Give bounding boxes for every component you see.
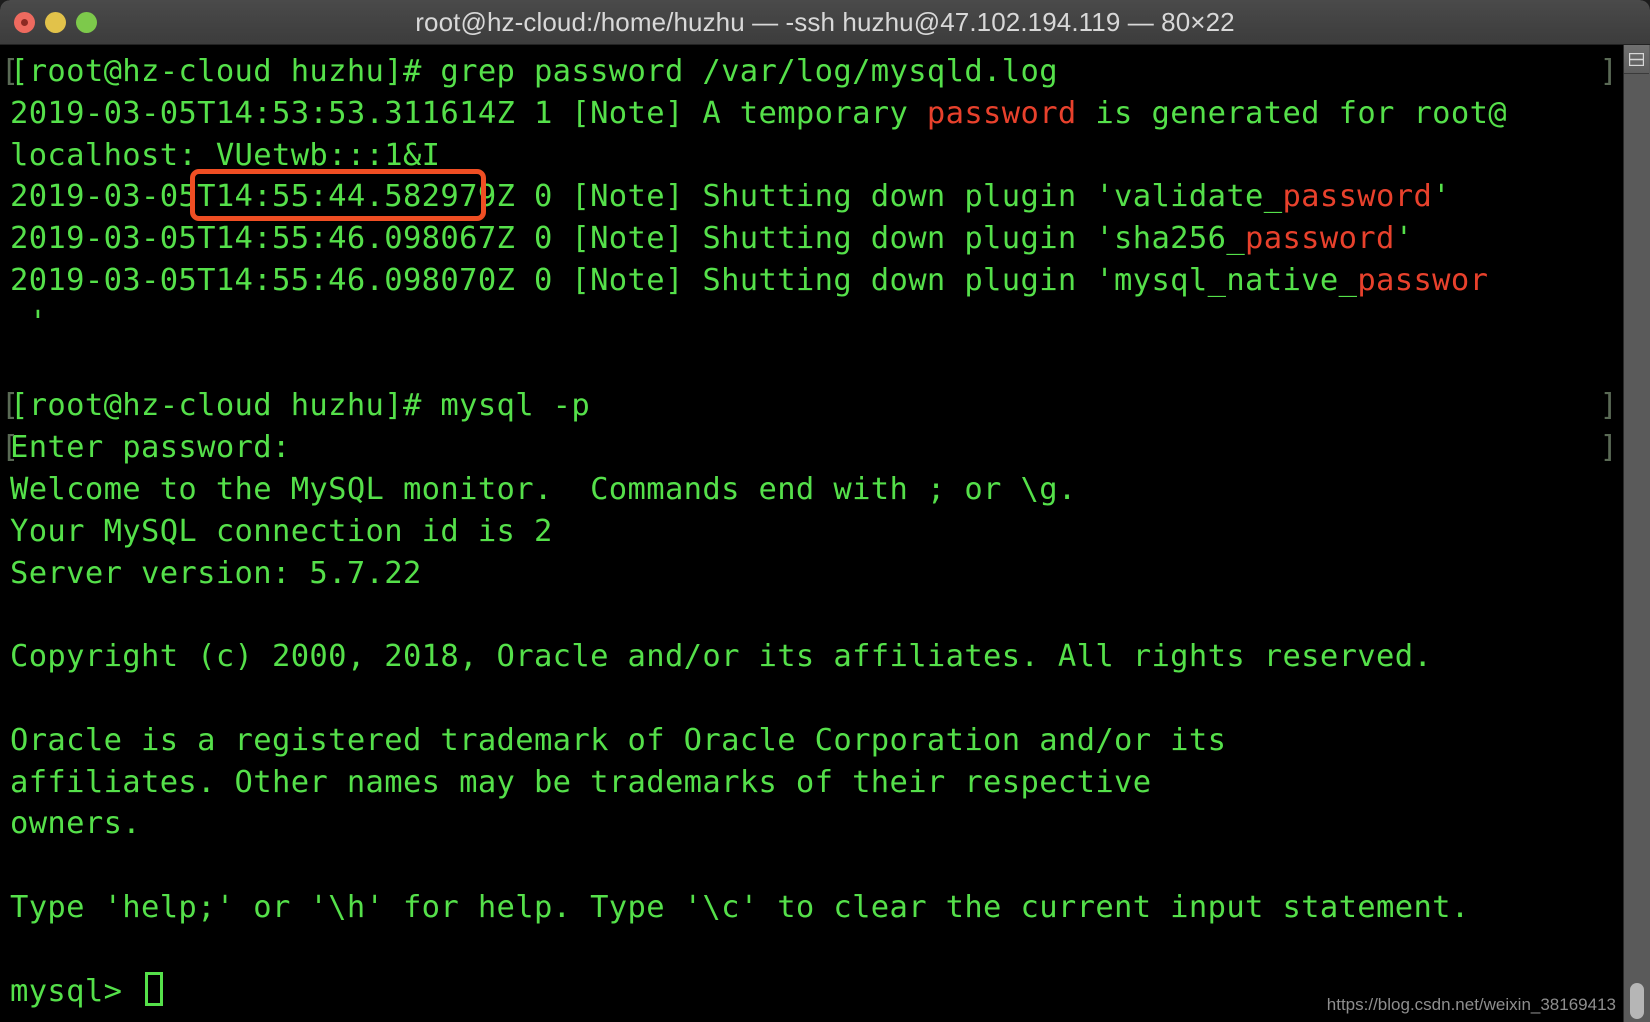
watermark: https://blog.csdn.net/weixin_38169413 <box>1326 995 1616 1014</box>
scrollbar-thumb[interactable] <box>1630 983 1644 1019</box>
terminal-text: ' <box>10 304 48 340</box>
terminal-text: Server version: 5.7.22 <box>10 555 422 591</box>
terminal-line: [Enter password:] <box>0 427 1624 469</box>
text-cursor <box>145 971 163 1006</box>
terminal-line: ' <box>0 302 1624 344</box>
terminal-text: ' <box>1394 221 1414 257</box>
prompt-marker-left: [ <box>1 388 20 424</box>
mysql-prompt-label: mysql> <box>10 973 141 1009</box>
prompt-marker-right: ] <box>1599 430 1618 466</box>
terminal-line <box>0 678 1624 720</box>
grep-match: password <box>926 95 1077 131</box>
terminal-line <box>0 344 1624 386</box>
zoom-window-button[interactable] <box>76 11 97 33</box>
title-bar[interactable]: root@hz-cloud:/home/huzhu — -ssh huzhu@4… <box>0 0 1650 45</box>
terminal-text: owners. <box>10 806 141 842</box>
window-title: root@hz-cloud:/home/huzhu — -ssh huzhu@4… <box>415 6 1235 37</box>
prompt-marker-left: [ <box>1 54 20 89</box>
terminal-text: is generated for root@ <box>1076 95 1508 131</box>
terminal-text: ' <box>1432 179 1451 215</box>
terminal-text: Type 'help;' or '\h' for help. Type '\c'… <box>10 889 1470 925</box>
terminal-screen[interactable]: [[root@hz-cloud huzhu]# grep password /v… <box>0 45 1624 1022</box>
terminal-text: [root@hz-cloud huzhu]# mysql -p <box>10 388 591 424</box>
scrollbar[interactable] <box>1623 45 1650 1022</box>
terminal-window: root@hz-cloud:/home/huzhu — -ssh huzhu@4… <box>0 0 1650 1022</box>
terminal-line: 2019-03-05T14:55:46.098070Z 0 [Note] Shu… <box>0 260 1624 302</box>
terminal-line <box>0 845 1624 887</box>
terminal-line: affiliates. Other names may be trademark… <box>0 762 1624 804</box>
terminal-line: [[root@hz-cloud huzhu]# grep password /v… <box>0 51 1624 93</box>
terminal-body[interactable]: [[root@hz-cloud huzhu]# grep password /v… <box>0 45 1650 1022</box>
split-pane-icon[interactable] <box>1624 45 1649 74</box>
grep-match: password <box>1282 179 1433 215</box>
prompt-marker-right: ] <box>1599 388 1618 424</box>
traffic-lights <box>14 0 97 44</box>
terminal-line: owners. <box>0 803 1624 845</box>
terminal-text: Welcome to the MySQL monitor. Commands e… <box>10 471 1077 507</box>
terminal-line: Your MySQL connection id is 2 <box>0 511 1624 553</box>
grep-match: password <box>1245 221 1395 257</box>
terminal-line: localhost: VUetwb:::1&I <box>0 135 1624 177</box>
terminal-line: Type 'help;' or '\h' for help. Type '\c'… <box>0 887 1624 929</box>
terminal-line: 2019-03-05T14:55:46.098067Z 0 [Note] Shu… <box>0 218 1624 260</box>
terminal-text: 2019-03-05T14:55:44.582979Z 0 [Note] Shu… <box>10 179 1283 215</box>
terminal-text: affiliates. Other names may be trademark… <box>10 764 1152 800</box>
close-window-button[interactable] <box>14 11 35 33</box>
terminal-line: 2019-03-05T14:53:53.311614Z 1 [Note] A t… <box>0 93 1624 135</box>
terminal-line: Copyright (c) 2000, 2018, Oracle and/or … <box>0 636 1624 678</box>
terminal-text: 2019-03-05T14:55:46.098067Z 0 [Note] Shu… <box>10 221 1246 257</box>
minimize-window-button[interactable] <box>45 11 66 33</box>
terminal-text: Enter password: <box>10 430 291 466</box>
terminal-line: Welcome to the MySQL monitor. Commands e… <box>0 469 1624 511</box>
prompt-marker-right: ] <box>1599 54 1618 89</box>
terminal-line: Server version: 5.7.22 <box>0 553 1624 595</box>
terminal-text: localhost: VUetwb:::1&I <box>10 137 441 173</box>
terminal-text: Your MySQL connection id is 2 <box>10 513 553 549</box>
prompt-marker-left: [ <box>1 430 20 466</box>
terminal-line <box>0 594 1624 636</box>
terminal-text: Oracle is a registered trademark of Orac… <box>10 722 1227 758</box>
terminal-text: [root@hz-cloud huzhu]# grep password /va… <box>10 54 1058 89</box>
terminal-text: 2019-03-05T14:53:53.311614Z 1 [Note] A t… <box>10 95 927 131</box>
terminal-line: [[root@hz-cloud huzhu]# mysql -p] <box>0 385 1624 427</box>
terminal-line <box>0 929 1624 971</box>
terminal-text: 2019-03-05T14:55:46.098070Z 0 [Note] Shu… <box>10 262 1358 298</box>
terminal-line: 2019-03-05T14:55:44.582979Z 0 [Note] Shu… <box>0 176 1624 218</box>
terminal-text: Copyright (c) 2000, 2018, Oracle and/or … <box>10 639 1433 675</box>
terminal-line: Oracle is a registered trademark of Orac… <box>0 720 1624 762</box>
grep-match: passwor <box>1357 262 1489 298</box>
